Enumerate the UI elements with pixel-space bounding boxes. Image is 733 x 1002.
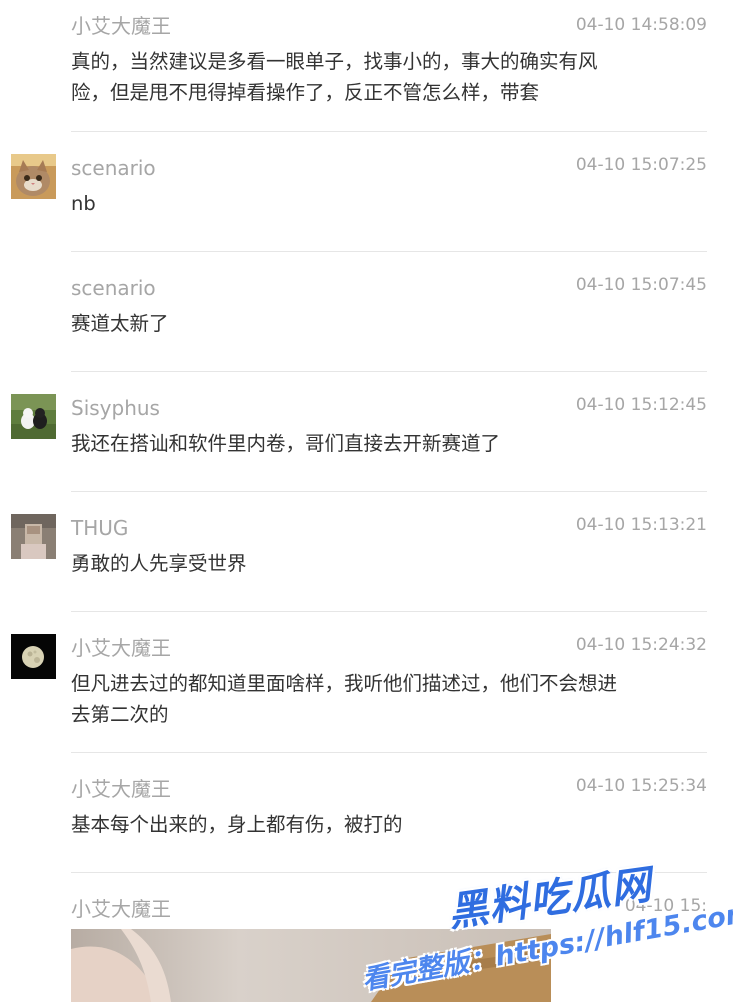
comment-item: 小艾大魔王 04-10 14:58:09 真的，当然建议是多看一眼单子，找事小的… [0, 0, 733, 132]
comment-text: 真的，当然建议是多看一眼单子，找事小的，事大的确实有风 险，但是甩不甩得掉看操作… [71, 46, 671, 108]
comment-timestamp: 04-10 15: [624, 896, 707, 916]
moon-avatar[interactable] [11, 634, 56, 679]
comment-username[interactable]: scenario [71, 276, 156, 300]
comment-text: nb [71, 188, 671, 219]
cats-on-grass-avatar[interactable] [11, 394, 56, 439]
comment-username[interactable]: 小艾大魔王 [71, 897, 171, 921]
comment-username[interactable]: 小艾大魔王 [71, 777, 171, 801]
comment-timestamp: 04-10 15:13:21 [575, 515, 707, 535]
comment-timestamp: 04-10 15:24:32 [575, 635, 707, 655]
comment-timestamp: 04-10 14:58:09 [575, 15, 707, 35]
comment-timestamp: 04-10 15:07:45 [575, 275, 707, 295]
comment-username[interactable]: Sisyphus [71, 396, 160, 420]
comment-text-line: 去第二次的 [71, 703, 169, 726]
comment-text-line: 赛道太新了 [71, 312, 169, 335]
comment-username[interactable]: scenario [71, 156, 156, 180]
comment-text-line: 我还在搭讪和软件里内卷，哥们直接去开新赛道了 [71, 432, 501, 455]
comment-text-line: 险，但是甩不甩得掉看操作了，反正不管怎么样，带套 [71, 81, 540, 104]
comment-text-line: 真的，当然建议是多看一眼单子，找事小的，事大的确实有风 [71, 50, 598, 73]
comment-text-line: 勇敢的人先享受世界 [71, 552, 247, 575]
cat-avatar[interactable] [11, 154, 56, 199]
comment-item: scenario 04-10 15:07:25 nb [0, 132, 733, 252]
comment-item: scenario 04-10 15:07:45 赛道太新了 [0, 252, 733, 372]
comment-username[interactable]: THUG [71, 516, 128, 540]
comment-text: 我还在搭讪和软件里内卷，哥们直接去开新赛道了 [71, 428, 671, 459]
comment-text: 勇敢的人先享受世界 [71, 548, 671, 579]
figure-avatar[interactable] [11, 514, 56, 559]
comment-username[interactable]: 小艾大魔王 [71, 636, 171, 660]
comment-timestamp: 04-10 15:07:25 [575, 155, 707, 175]
comment-text-line: 基本每个出来的，身上都有伤，被打的 [71, 813, 403, 836]
comment-text: 赛道太新了 [71, 308, 671, 339]
comment-item: Sisyphus 04-10 15:12:45 我还在搭讪和软件里内卷，哥们直接… [0, 372, 733, 492]
comment-item: 小艾大魔王 04-10 15:24:32 但凡进去过的都知道里面啥样，我听他们描… [0, 612, 733, 753]
comment-text-line: nb [71, 192, 96, 215]
comment-text: 基本每个出来的，身上都有伤，被打的 [71, 809, 671, 840]
comment-text: 但凡进去过的都知道里面啥样，我听他们描述过，他们不会想进 去第二次的 [71, 668, 671, 730]
comment-username[interactable]: 小艾大魔王 [71, 14, 171, 38]
comment-item: 小艾大魔王 04-10 15:25:34 基本每个出来的，身上都有伤，被打的 [0, 753, 733, 873]
comment-attached-image[interactable] [71, 929, 551, 1002]
comment-text-line: 但凡进去过的都知道里面啥样，我听他们描述过，他们不会想进 [71, 672, 618, 695]
comment-item: THUG 04-10 15:13:21 勇敢的人先享受世界 [0, 492, 733, 612]
comment-timestamp: 04-10 15:12:45 [575, 395, 707, 415]
comment-timestamp: 04-10 15:25:34 [575, 776, 707, 796]
